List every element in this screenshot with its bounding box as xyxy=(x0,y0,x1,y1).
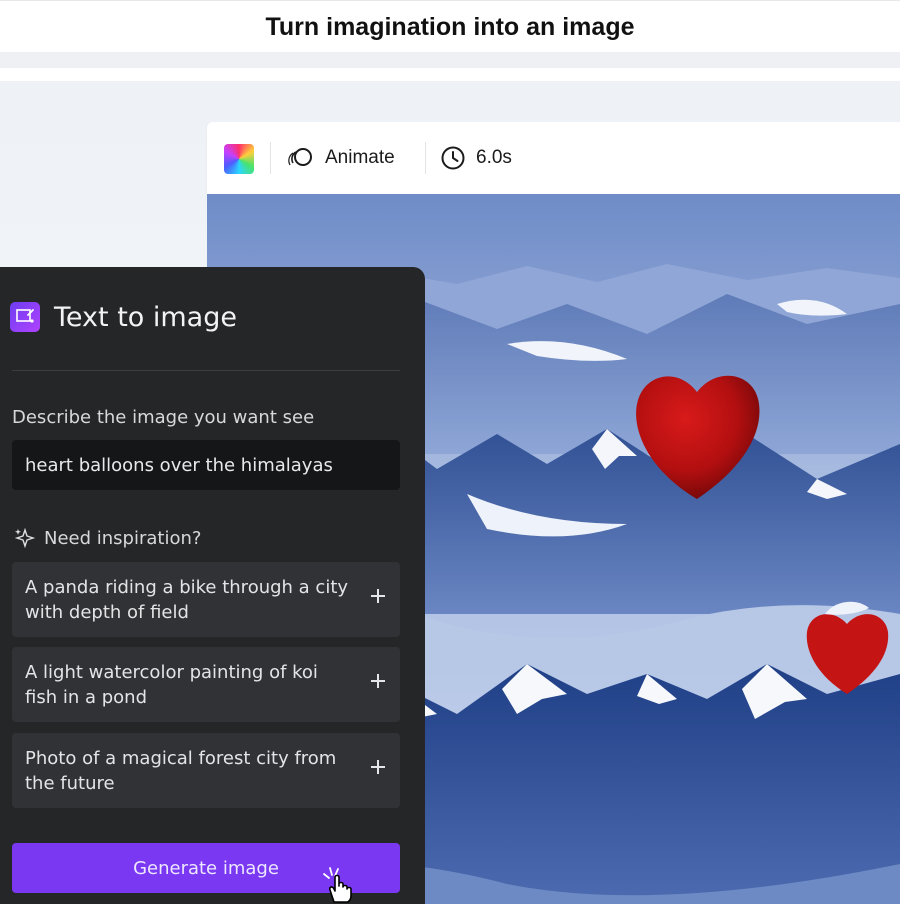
suggestion-card[interactable]: A light watercolor painting of koi fish … xyxy=(12,647,400,722)
panel-title: Text to image xyxy=(54,301,237,333)
prompt-field-label: Describe the image you want see xyxy=(12,407,315,428)
suggestion-card[interactable]: Photo of a magical forest city from the … xyxy=(12,733,400,808)
animate-icon xyxy=(288,148,312,166)
clock-icon xyxy=(441,146,465,170)
toolbar-divider xyxy=(425,142,426,174)
add-suggestion-icon[interactable] xyxy=(371,589,385,603)
inspiration-heading: Need inspiration? xyxy=(14,527,201,549)
add-suggestion-icon[interactable] xyxy=(371,674,385,688)
hand-cursor-icon xyxy=(323,867,352,903)
separator-strip xyxy=(0,52,900,68)
animate-button[interactable]: Animate xyxy=(287,140,395,176)
suggestion-text: A light watercolor painting of koi fish … xyxy=(25,662,318,708)
panel-header: Text to image xyxy=(10,297,237,337)
suggestion-text: Photo of a magical forest city from the … xyxy=(25,748,337,794)
editor-toolbar: Animate 6.0s xyxy=(207,122,900,194)
add-suggestion-icon[interactable] xyxy=(371,760,385,774)
suggestion-text: A panda riding a bike through a city wit… xyxy=(25,577,349,623)
suggestion-card[interactable]: A panda riding a bike through a city wit… xyxy=(12,562,400,637)
inspiration-label: Need inspiration? xyxy=(44,527,202,549)
prompt-input[interactable] xyxy=(12,440,400,490)
page-caption: Turn imagination into an image xyxy=(0,0,900,53)
toolbar-divider xyxy=(270,142,271,174)
animate-label: Animate xyxy=(325,147,395,168)
color-swatch-icon[interactable] xyxy=(224,144,254,174)
duration-label: 6.0s xyxy=(476,147,512,168)
text-to-image-panel: Text to image Describe the image you wan… xyxy=(0,267,425,904)
duration-button[interactable]: 6.0s xyxy=(440,140,512,176)
separator-space xyxy=(0,68,900,81)
text-to-image-app-icon xyxy=(10,302,40,332)
sparkle-icon xyxy=(14,527,36,549)
panel-divider xyxy=(12,370,400,371)
